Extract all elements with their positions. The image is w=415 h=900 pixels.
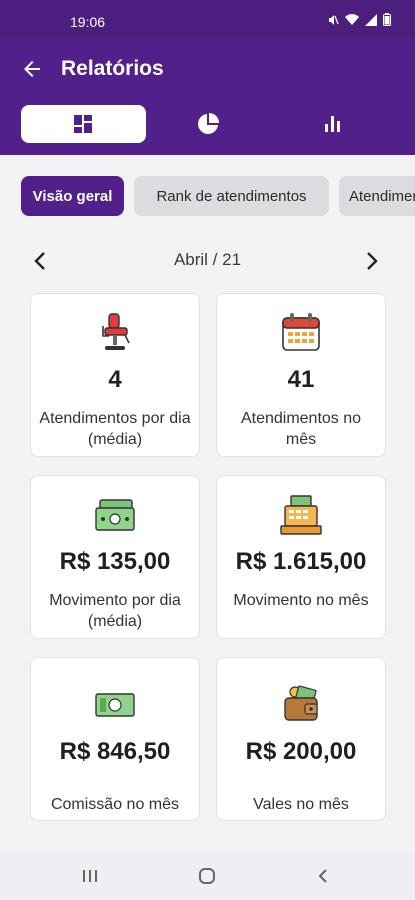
- card-value: 4: [108, 366, 122, 393]
- chip-visao-geral[interactable]: Visão geral: [21, 176, 124, 216]
- recent-apps-icon: [83, 870, 97, 882]
- grid-view-icon: [73, 115, 92, 133]
- recent-apps-button[interactable]: [75, 864, 105, 888]
- pie-chart-icon: [197, 113, 219, 134]
- card-movimento-dia: R$ 135,00 Movimento por dia (média): [30, 475, 200, 639]
- status-time: 19:06: [70, 14, 106, 30]
- back-nav-icon: [318, 869, 327, 883]
- back-button[interactable]: [18, 55, 46, 83]
- arrow-left-icon: [24, 61, 40, 77]
- card-value: R$ 846,50: [59, 738, 171, 765]
- banknote-icon: [95, 693, 135, 717]
- bar-chart-icon: [324, 116, 340, 132]
- system-nav-bar: [0, 852, 415, 900]
- month-navigation: Abril / 21: [0, 244, 415, 278]
- back-nav-button[interactable]: [308, 864, 338, 888]
- money-bills-icon: [95, 499, 135, 531]
- report-chips: Visão geral Rank de atendimentos Atendim…: [0, 176, 415, 216]
- home-button[interactable]: [192, 864, 222, 888]
- card-label: Atendimentos por dia (média): [39, 410, 191, 448]
- battery-icon: [383, 13, 391, 26]
- wifi-icon: [345, 13, 359, 25]
- chevron-right-icon: [367, 252, 378, 270]
- next-month-button[interactable]: [358, 247, 386, 275]
- card-vales-mes: R$ 200,00 Vales no mês: [216, 657, 386, 821]
- tab-pie-chart[interactable]: [145, 105, 270, 143]
- card-label: Movimento por dia (média): [49, 592, 181, 630]
- barber-chair-icon: [102, 313, 130, 350]
- status-icons: [327, 13, 391, 26]
- mute-icon: [329, 14, 339, 25]
- month-label: Abril / 21: [173, 250, 242, 269]
- card-value: 41: [287, 366, 315, 393]
- card-atendimentos-mes: 41 Atendimentos no mês: [216, 293, 386, 457]
- cash-register-icon: [280, 495, 322, 535]
- card-label: Atendimentos no mês: [240, 410, 362, 448]
- chip-rank-atendimentos[interactable]: Rank de atendimentos: [134, 176, 329, 216]
- home-icon: [199, 868, 215, 884]
- view-tabs: [0, 105, 415, 145]
- chip-atendimentos[interactable]: Atendimentos: [339, 176, 415, 216]
- tab-grid-view[interactable]: [21, 105, 146, 143]
- app-bar: Relatórios: [0, 38, 415, 155]
- card-label: Comissão no mês: [50, 796, 180, 813]
- card-label: Vales no mês: [253, 796, 349, 813]
- card-movimento-mes: R$ 1.615,00 Movimento no mês: [216, 475, 386, 639]
- calendar-icon: [282, 313, 320, 351]
- card-value: R$ 135,00: [59, 548, 171, 575]
- card-value: R$ 1.615,00: [235, 548, 367, 575]
- wallet-icon: [284, 685, 318, 721]
- status-bar: 19:06: [0, 0, 415, 38]
- card-value: R$ 200,00: [245, 738, 357, 765]
- signal-icon: [365, 13, 377, 26]
- card-atendimentos-dia: 4 Atendimentos por dia (média): [30, 293, 200, 457]
- card-comissao-mes: R$ 846,50 Comissão no mês: [30, 657, 200, 821]
- card-label: Movimento no mês: [233, 592, 369, 609]
- page-title: Relatórios: [61, 57, 164, 80]
- tab-bar-chart[interactable]: [270, 105, 395, 143]
